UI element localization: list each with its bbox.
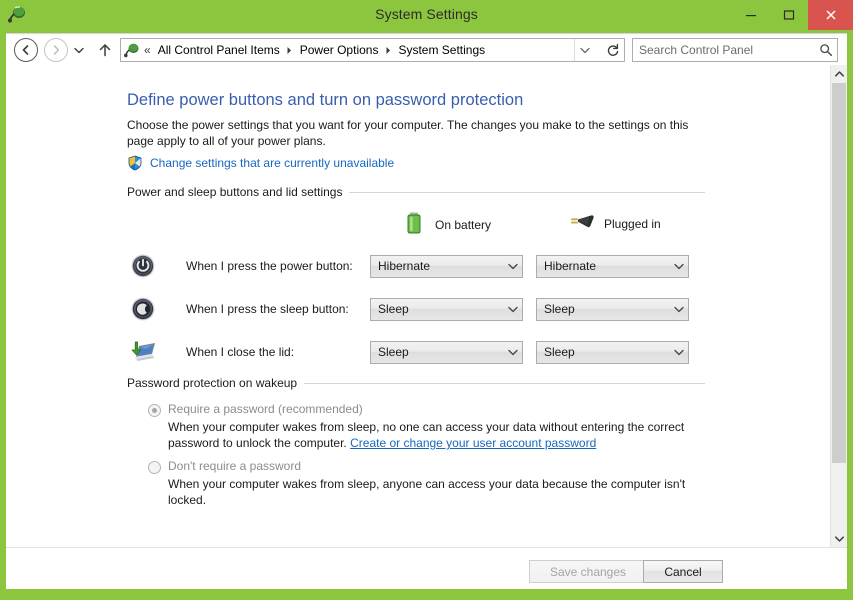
power-settings-group-header: Power and sleep buttons and lid settings bbox=[127, 185, 705, 199]
setting-label-power-button: When I press the power button: bbox=[186, 259, 353, 273]
search-icon[interactable] bbox=[815, 43, 837, 57]
scroll-thumb[interactable] bbox=[832, 83, 846, 463]
radio-option-require-password[interactable]: Require a password (recommended) When yo… bbox=[148, 402, 708, 451]
combo-value-sleep-button-battery: Sleep bbox=[378, 302, 409, 316]
close-button[interactable] bbox=[808, 0, 853, 30]
uac-shield-icon bbox=[127, 155, 143, 171]
combo-power-button-battery[interactable]: Hibernate bbox=[370, 254, 523, 278]
column-header-plugged-in: Plugged in bbox=[567, 210, 661, 237]
password-section-group-label: Password protection on wakeup bbox=[127, 376, 298, 390]
control-panel-icon bbox=[124, 42, 141, 59]
combo-close-lid-plugged[interactable]: Sleep bbox=[536, 340, 689, 364]
chevron-down-icon[interactable] bbox=[670, 306, 688, 313]
create-change-password-link[interactable]: Create or change your user account passw… bbox=[350, 436, 596, 450]
chevron-right-icon bbox=[283, 46, 297, 55]
maximize-button[interactable] bbox=[770, 0, 808, 30]
setting-label-sleep-button: When I press the sleep button: bbox=[186, 302, 349, 316]
save-changes-button[interactable]: Save changes bbox=[529, 560, 647, 583]
minimize-button[interactable] bbox=[732, 0, 770, 30]
window-title: System Settings bbox=[375, 6, 478, 22]
radio-option-dont-require-password[interactable]: Don't require a password When your compu… bbox=[148, 459, 708, 508]
password-section-group-header: Password protection on wakeup bbox=[127, 376, 705, 390]
search-input[interactable] bbox=[639, 43, 815, 57]
setting-row-close-lid: When I close the lid: Sleep Sleep bbox=[127, 337, 705, 367]
up-button[interactable] bbox=[96, 41, 114, 59]
column-label-on-battery: On battery bbox=[435, 217, 492, 232]
column-header-on-battery: On battery bbox=[402, 210, 491, 239]
navigation-bar: « All Control Panel Items Power Options … bbox=[6, 33, 847, 65]
forward-button[interactable] bbox=[44, 38, 68, 62]
title-bar: System Settings bbox=[0, 0, 853, 30]
page-description: Choose the power settings that you want … bbox=[127, 118, 689, 148]
refresh-button[interactable] bbox=[601, 38, 625, 62]
content-pane: Define power buttons and turn on passwor… bbox=[6, 65, 847, 547]
breadcrumb-overflow[interactable]: « bbox=[144, 43, 151, 57]
column-headers: On battery Plugged in bbox=[127, 210, 705, 236]
group-divider bbox=[349, 191, 705, 193]
change-settings-link[interactable]: Change settings that are currently unava… bbox=[150, 156, 394, 170]
combo-power-button-plugged[interactable]: Hibernate bbox=[536, 254, 689, 278]
combo-value-power-button-plugged: Hibernate bbox=[544, 259, 597, 273]
radio-label-dont-require-password: Don't require a password bbox=[168, 459, 302, 473]
cancel-button[interactable]: Cancel bbox=[643, 560, 723, 583]
radio-line-dont-require[interactable]: Don't require a password bbox=[148, 459, 708, 474]
change-settings-link-row[interactable]: Change settings that are currently unava… bbox=[127, 155, 394, 171]
laptop-lid-icon bbox=[127, 337, 159, 367]
combo-close-lid-battery[interactable]: Sleep bbox=[370, 340, 523, 364]
search-box[interactable] bbox=[632, 38, 838, 62]
window-controls bbox=[732, 0, 853, 30]
chevron-down-icon[interactable] bbox=[670, 263, 688, 270]
content-inner: Define power buttons and turn on passwor… bbox=[6, 65, 830, 547]
radio-description-require-password: When your computer wakes from sleep, no … bbox=[168, 419, 706, 451]
footer-bar: Save changes Cancel bbox=[6, 547, 847, 589]
power-plug-icon bbox=[567, 210, 595, 237]
column-label-plugged-in: Plugged in bbox=[604, 216, 661, 231]
chevron-down-icon[interactable] bbox=[504, 306, 522, 313]
radio-label-require-password: Require a password (recommended) bbox=[168, 402, 363, 416]
power-settings-group-label: Power and sleep buttons and lid settings bbox=[127, 185, 343, 199]
chevron-down-icon[interactable] bbox=[504, 263, 522, 270]
chevron-right-icon-2 bbox=[381, 46, 395, 55]
breadcrumb-item-power-options[interactable]: Power Options bbox=[297, 42, 382, 58]
setting-row-power-button: When I press the power button: Hibernate… bbox=[127, 251, 705, 281]
page-title: Define power buttons and turn on passwor… bbox=[127, 91, 524, 109]
address-dropdown-button[interactable] bbox=[574, 39, 594, 61]
setting-label-close-lid: When I close the lid: bbox=[186, 345, 295, 359]
power-button-icon bbox=[127, 251, 159, 281]
combo-value-close-lid-plugged: Sleep bbox=[544, 345, 575, 359]
combo-sleep-button-plugged[interactable]: Sleep bbox=[536, 297, 689, 321]
scroll-up-arrow[interactable] bbox=[831, 65, 847, 82]
recent-locations-button[interactable] bbox=[72, 44, 86, 56]
setting-row-sleep-button: When I press the sleep button: Sleep Sle… bbox=[127, 294, 705, 324]
sleep-button-icon bbox=[127, 294, 159, 324]
breadcrumb[interactable]: « All Control Panel Items Power Options … bbox=[120, 38, 619, 62]
radio-button-dont-require-password[interactable] bbox=[148, 461, 161, 474]
radio-button-require-password[interactable] bbox=[148, 404, 161, 417]
combo-sleep-button-battery[interactable]: Sleep bbox=[370, 297, 523, 321]
chevron-down-icon[interactable] bbox=[504, 349, 522, 356]
radio-line-require[interactable]: Require a password (recommended) bbox=[148, 402, 708, 417]
breadcrumb-item-all-control-panel-items[interactable]: All Control Panel Items bbox=[155, 42, 283, 58]
combo-value-sleep-button-plugged: Sleep bbox=[544, 302, 575, 316]
combo-value-close-lid-battery: Sleep bbox=[378, 345, 409, 359]
system-settings-window: System Settings « All Control Panel Item… bbox=[0, 0, 853, 600]
chevron-down-icon[interactable] bbox=[670, 349, 688, 356]
radio-description-dont-require-password: When your computer wakes from sleep, any… bbox=[168, 477, 686, 507]
breadcrumb-item-system-settings[interactable]: System Settings bbox=[395, 42, 488, 58]
back-button[interactable] bbox=[14, 38, 38, 62]
scroll-down-arrow[interactable] bbox=[831, 530, 847, 547]
battery-icon bbox=[402, 210, 426, 239]
combo-value-power-button-battery: Hibernate bbox=[378, 259, 431, 273]
vertical-scrollbar[interactable] bbox=[830, 65, 847, 547]
group-divider-2 bbox=[304, 382, 705, 384]
